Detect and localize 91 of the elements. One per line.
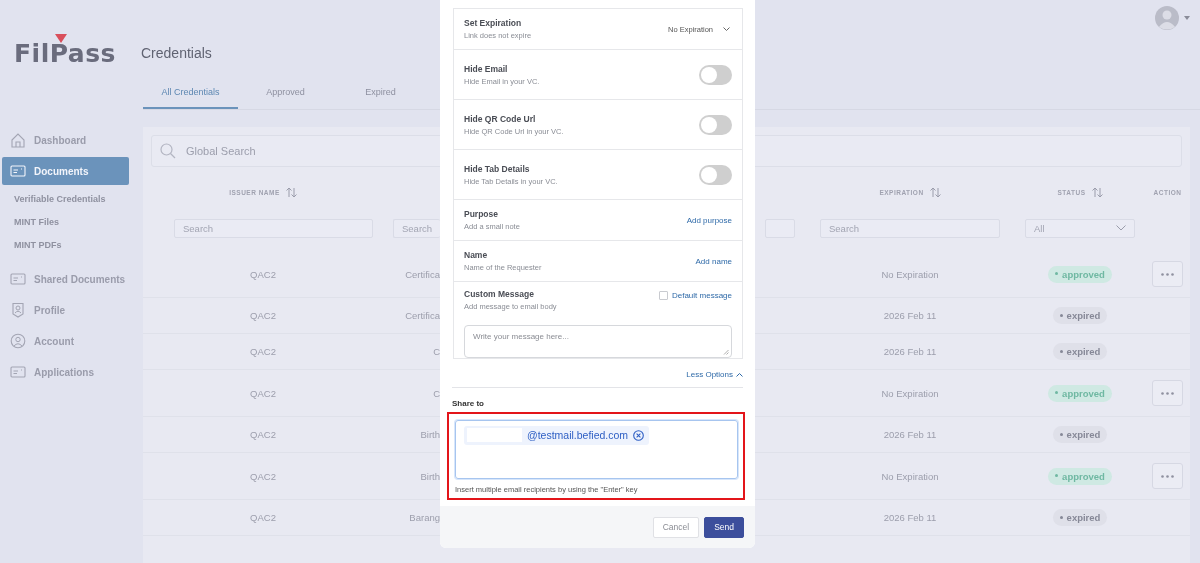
table-cell: Birth	[420, 470, 440, 482]
sort-icon[interactable]	[1091, 186, 1103, 198]
option-title: Custom Message	[464, 289, 535, 299]
card-icon	[10, 163, 26, 179]
nav-item[interactable]: Account	[2, 327, 129, 355]
nav-subitem[interactable]: Verifiable Credentials	[0, 188, 143, 211]
home-icon	[10, 132, 26, 148]
more-button[interactable]	[1152, 463, 1183, 489]
table-cell: C	[433, 387, 440, 399]
table-cell: QAC2	[250, 268, 276, 280]
less-options-link[interactable]: Less Options	[686, 370, 743, 379]
table-cell: 2026 Feb 11	[883, 310, 937, 321]
table-cell: Certifica	[405, 268, 440, 280]
chevron-up-icon	[736, 372, 743, 377]
filter-field[interactable]: Search	[174, 218, 373, 238]
nav-item[interactable]: Documents	[2, 157, 129, 185]
nav-item[interactable]: Shared Documents	[2, 265, 129, 293]
nav-item[interactable]: Dashboard	[2, 126, 129, 154]
table-cell: No Expiration	[881, 470, 939, 482]
nav-item[interactable]: Profile	[2, 296, 129, 324]
checkbox-label: Default message	[671, 290, 732, 300]
table-cell: Birth	[420, 429, 440, 440]
table-cell: QAC2	[250, 310, 276, 321]
tab[interactable]: All Credentials	[143, 81, 238, 109]
table-cell: QAC2	[250, 346, 276, 357]
table-cell: Barang	[409, 512, 440, 523]
nav-subitem[interactable]: MINT PDFs	[0, 234, 143, 257]
filter-field[interactable]: Search	[393, 218, 441, 238]
table-cell: QAC2	[250, 387, 276, 399]
more-button[interactable]	[1152, 261, 1183, 287]
nav-subitem[interactable]: MINT Files	[0, 211, 143, 234]
sort-icon[interactable]	[285, 186, 297, 198]
table-cell: QAC2	[250, 512, 276, 523]
status-badge: approved	[1048, 467, 1112, 485]
table-cell: Certifica	[405, 310, 440, 321]
email-chip: @testmail.befied.com	[464, 426, 650, 445]
more-button[interactable]	[1152, 380, 1183, 406]
profile-badge-icon	[10, 302, 26, 318]
table-cell: No Expiration	[881, 268, 939, 280]
status-badge: approved	[1048, 265, 1112, 283]
option-title: Hide Email	[464, 63, 509, 74]
user-circle-icon	[10, 333, 26, 349]
cancel-button[interactable]: Cancel	[652, 516, 700, 538]
option-title: Set Expiration	[464, 18, 523, 28]
nav-item[interactable]: Applications	[2, 358, 129, 386]
resize-handle-icon[interactable]	[723, 349, 729, 355]
chevron-icon	[1116, 225, 1126, 231]
option-title: Name	[464, 250, 489, 260]
search-icon	[160, 143, 176, 159]
option-title: Hide Tab Details	[464, 163, 531, 174]
table-cell: QAC2	[250, 429, 276, 440]
toggle-switch[interactable]	[699, 114, 732, 135]
table-cell: 2026 Feb 11	[883, 429, 937, 440]
ellipsis-icon	[1161, 391, 1174, 395]
option-title: Purpose	[464, 209, 499, 219]
status-badge: expired	[1052, 509, 1108, 526]
page-title: Credentials	[141, 45, 212, 63]
send-button[interactable]: Send	[704, 516, 744, 538]
field-label: Share to	[452, 399, 485, 408]
card-icon	[10, 271, 26, 287]
tab[interactable]: Expired	[333, 81, 428, 109]
link[interactable]: Add purpose	[686, 215, 732, 225]
status-badge: expired	[1052, 307, 1108, 324]
table-cell: 2026 Feb 11	[883, 512, 937, 523]
ellipsis-icon	[1161, 474, 1174, 478]
checkbox[interactable]	[658, 290, 668, 300]
remove-icon[interactable]	[633, 429, 645, 441]
toggle-switch[interactable]	[699, 164, 732, 185]
avatar-icon[interactable]	[1154, 5, 1180, 31]
status-badge: expired	[1052, 426, 1108, 443]
card-icon	[10, 364, 26, 380]
table-cell: 2026 Feb 11	[883, 346, 937, 357]
table-cell: No Expiration	[881, 387, 939, 399]
filter-field[interactable]: Search	[820, 218, 1000, 238]
sort-icon[interactable]	[929, 186, 941, 198]
triangle-icon	[55, 34, 67, 43]
chevron-icon	[723, 27, 730, 31]
tab[interactable]: Approved	[238, 81, 333, 109]
logo: FilPass	[14, 44, 116, 64]
table-cell: C	[433, 346, 440, 357]
status-badge: approved	[1048, 384, 1112, 402]
toggle-switch[interactable]	[699, 64, 732, 85]
status-badge: expired	[1052, 343, 1108, 360]
caret-icon[interactable]	[1184, 16, 1190, 20]
message-field[interactable]: Write your message here...	[464, 325, 732, 358]
table-cell: QAC2	[250, 470, 276, 482]
link[interactable]: Add name	[695, 256, 732, 266]
ellipsis-icon	[1161, 272, 1174, 276]
option-title: Hide QR Code Url	[464, 113, 537, 124]
status-dropdown[interactable]: All	[1025, 218, 1135, 238]
email-field[interactable]: @testmail.befied.com	[455, 420, 738, 479]
